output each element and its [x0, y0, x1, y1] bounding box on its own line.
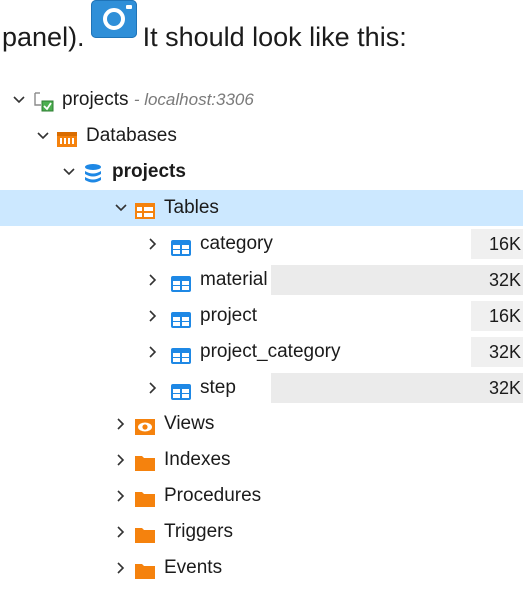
- intro-text-before: panel).: [2, 22, 85, 52]
- table-name: project_category: [200, 341, 341, 362]
- table-row[interactable]: category 16K: [0, 226, 523, 262]
- table-size: 16K: [471, 301, 523, 331]
- tree-node-indexes[interactable]: Indexes: [0, 442, 523, 478]
- tree-node-triggers[interactable]: Triggers: [0, 514, 523, 550]
- table-name: project: [200, 305, 258, 326]
- views-eye-icon: [134, 414, 156, 435]
- chevron-right-icon[interactable]: [146, 334, 160, 370]
- table-row[interactable]: material 32K: [0, 262, 523, 298]
- tree-node-events[interactable]: Events: [0, 550, 523, 586]
- table-size: 32K: [271, 373, 523, 403]
- connection-label: projects - localhost:3306: [62, 82, 254, 118]
- databases-label: Databases: [86, 125, 177, 146]
- table-size: 32K: [271, 265, 523, 295]
- tree-node-database[interactable]: projects: [0, 154, 523, 190]
- table-size: 32K: [471, 337, 523, 367]
- folder-icon: [134, 558, 156, 579]
- table-name: step: [200, 377, 236, 398]
- indexes-label: Indexes: [164, 449, 231, 470]
- table-grid-icon: [170, 342, 192, 364]
- tree-node-views[interactable]: Views: [0, 406, 523, 442]
- chevron-right-icon[interactable]: [114, 442, 128, 478]
- folder-icon: [134, 450, 156, 471]
- table-grid-icon: [170, 378, 192, 400]
- camera-icon: [90, 0, 137, 38]
- database-name: projects: [112, 161, 186, 182]
- tree-node-procedures[interactable]: Procedures: [0, 478, 523, 514]
- events-label: Events: [164, 557, 223, 578]
- chevron-right-icon[interactable]: [114, 550, 128, 586]
- chevron-right-icon[interactable]: [146, 370, 160, 406]
- chevron-right-icon[interactable]: [146, 298, 160, 334]
- table-row[interactable]: project_category 32K: [0, 334, 523, 370]
- table-name: category: [200, 233, 273, 254]
- chevron-right-icon[interactable]: [114, 514, 128, 550]
- folder-icon: [134, 486, 156, 507]
- databases-folder-icon: [56, 126, 78, 147]
- chevron-right-icon[interactable]: [146, 262, 160, 298]
- tree-node-connection[interactable]: projects - localhost:3306: [0, 82, 523, 118]
- chevron-down-icon[interactable]: [114, 190, 128, 226]
- folder-icon: [134, 522, 156, 543]
- triggers-label: Triggers: [164, 521, 233, 542]
- chevron-down-icon[interactable]: [12, 82, 26, 118]
- connection-host: - localhost:3306: [133, 90, 254, 109]
- chevron-down-icon[interactable]: [62, 154, 76, 190]
- table-name: material: [200, 269, 268, 290]
- intro-text-after: It should look like this:: [142, 22, 407, 52]
- table-row[interactable]: project 16K: [0, 298, 523, 334]
- chevron-right-icon[interactable]: [114, 406, 128, 442]
- chevron-right-icon[interactable]: [114, 478, 128, 514]
- tree-node-databases[interactable]: Databases: [0, 118, 523, 154]
- table-grid-icon: [170, 306, 192, 328]
- database-cylinder-icon: [82, 162, 104, 183]
- tables-folder-icon: [134, 198, 156, 219]
- server-connection-icon: [32, 90, 54, 112]
- chevron-down-icon[interactable]: [36, 118, 50, 154]
- tree-node-tables[interactable]: Tables: [0, 190, 523, 226]
- procedures-label: Procedures: [164, 485, 262, 506]
- views-label: Views: [164, 413, 215, 434]
- chevron-right-icon[interactable]: [146, 226, 160, 262]
- table-grid-icon: [170, 234, 192, 256]
- connection-name: projects: [62, 89, 129, 110]
- intro-text-line: panel). It should look like this:: [0, 0, 523, 62]
- tables-label: Tables: [164, 197, 219, 218]
- table-row[interactable]: step 32K: [0, 370, 523, 406]
- table-size: 16K: [471, 229, 523, 259]
- schema-tree: projects - localhost:3306 Databases proj…: [0, 82, 523, 586]
- table-grid-icon: [170, 270, 192, 292]
